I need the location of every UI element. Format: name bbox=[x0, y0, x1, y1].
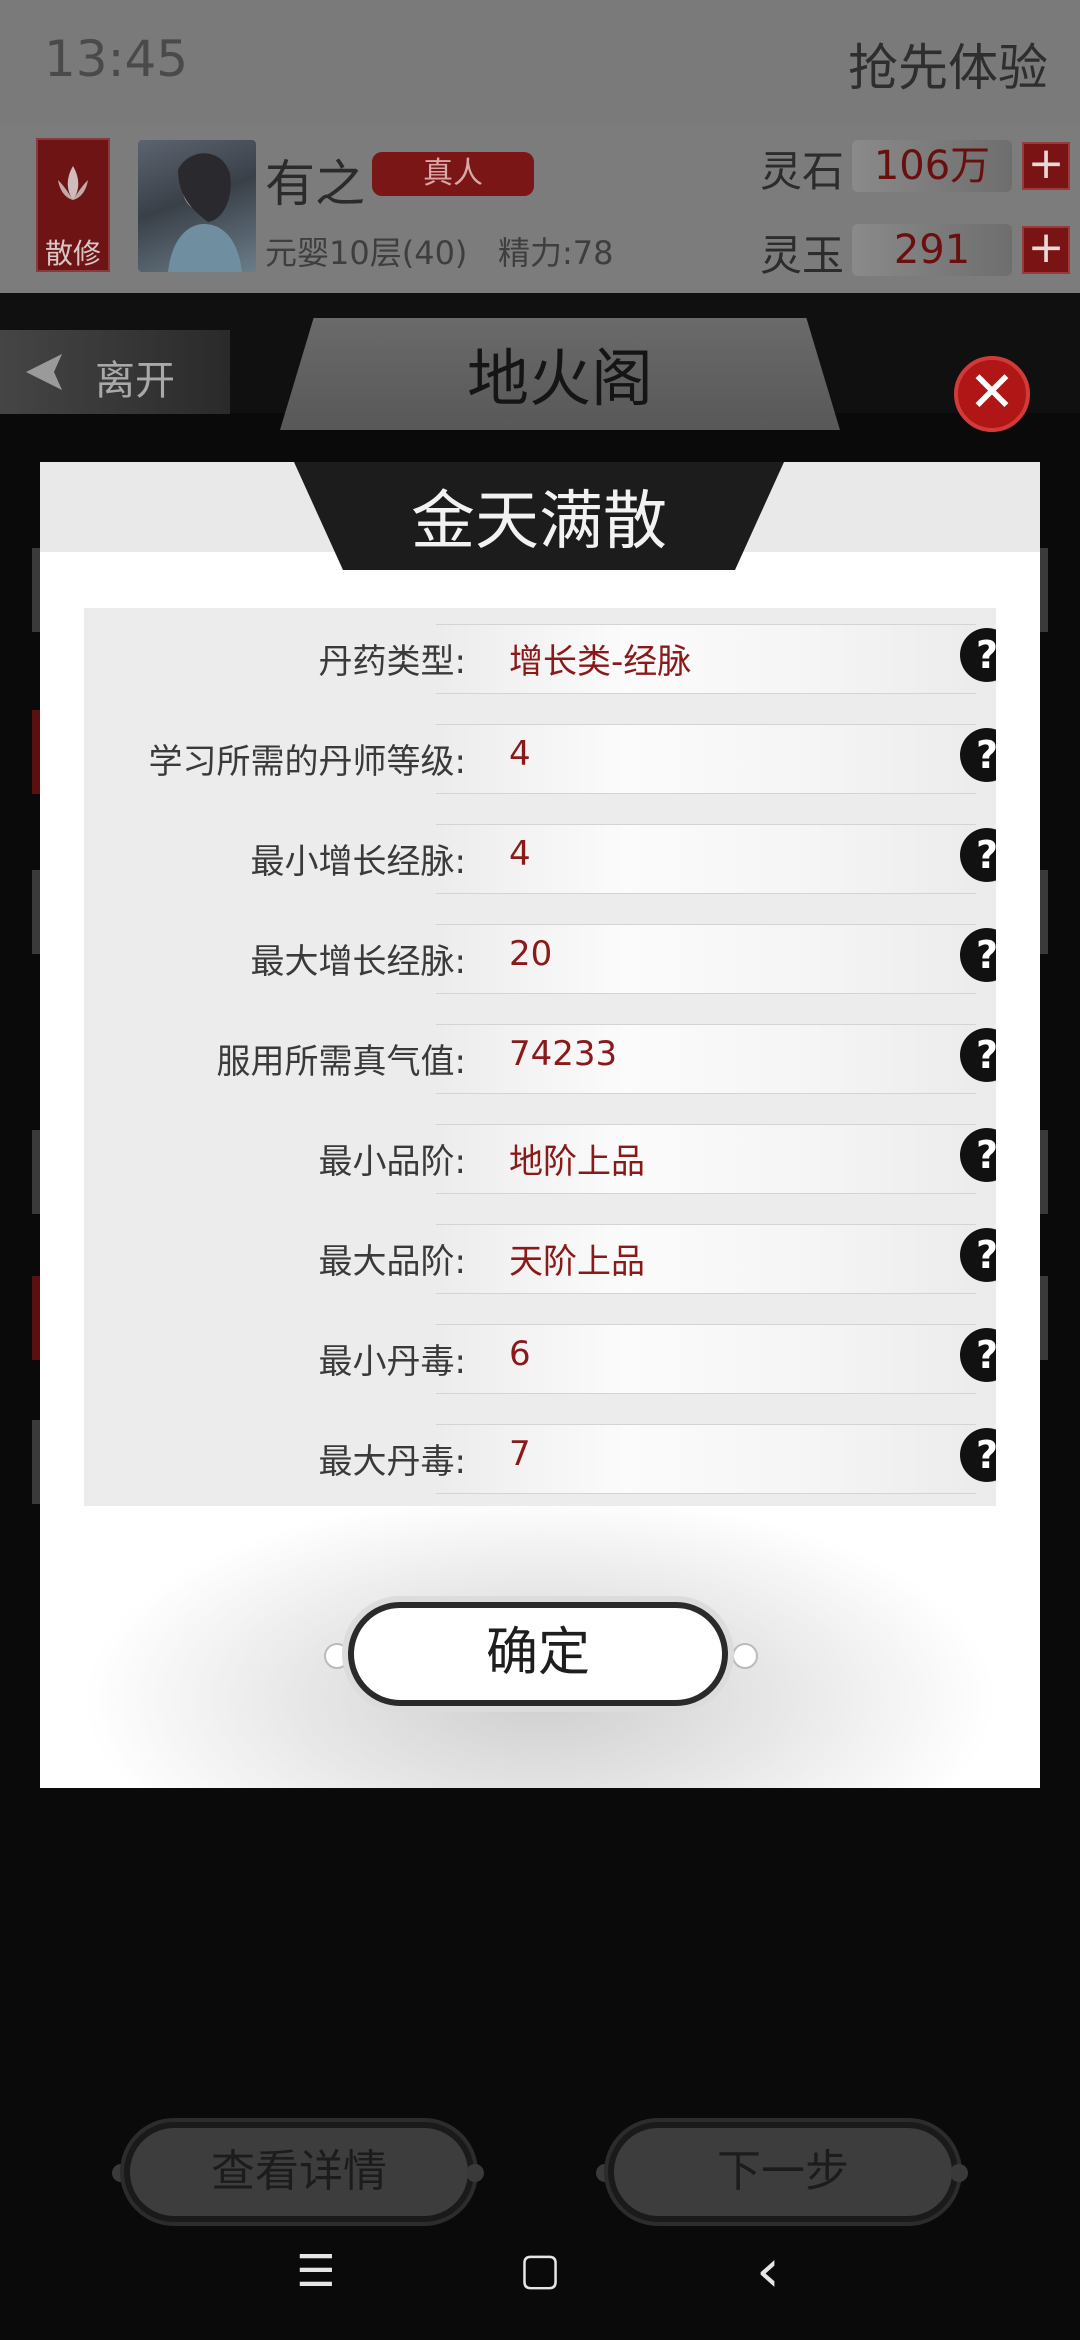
property-label: 丹药类型: bbox=[318, 642, 466, 682]
property-value: 6 bbox=[509, 1334, 531, 1374]
property-label: 最小增长经脉: bbox=[250, 842, 466, 882]
add-spirit-stone-button[interactable]: + bbox=[1022, 142, 1070, 190]
back-icon[interactable]: ‹ bbox=[728, 2236, 808, 2306]
property-value: 4 bbox=[509, 734, 531, 774]
property-label: 最大增长经脉: bbox=[250, 942, 466, 982]
property-value: 74233 bbox=[509, 1034, 618, 1074]
property-label: 最小品阶: bbox=[318, 1142, 466, 1182]
spirit-jade-value: 291 bbox=[852, 224, 1012, 276]
view-details-button[interactable]: 查看详情 bbox=[124, 2122, 474, 2222]
button-ornament bbox=[732, 1643, 758, 1669]
button-ornament bbox=[324, 1643, 350, 1669]
page-title: 地火阁 bbox=[466, 342, 653, 415]
rank-tag: 真人 bbox=[372, 152, 534, 196]
list-item: 服用所需真气值: 74233 ? bbox=[84, 1008, 996, 1108]
close-icon: ✕ bbox=[968, 360, 1016, 425]
sect-label: 散修 bbox=[44, 237, 101, 270]
menu-icon[interactable]: ☰ bbox=[276, 2246, 356, 2297]
character-portrait bbox=[168, 153, 242, 272]
dialog-title: 金天满散 bbox=[411, 485, 667, 559]
energy-value: 精力:78 bbox=[498, 234, 614, 272]
property-label: 最大丹毒: bbox=[318, 1442, 466, 1482]
list-item: 最大品阶: 天阶上品 ? bbox=[84, 1208, 996, 1308]
leave-label: 离开 bbox=[95, 358, 175, 404]
button-ornament bbox=[466, 2164, 484, 2182]
list-item: 最小增长经脉: 4 ? bbox=[84, 808, 996, 908]
property-label: 服用所需真气值: bbox=[216, 1042, 466, 1082]
close-button[interactable]: ✕ bbox=[954, 356, 1030, 432]
home-icon[interactable]: ▢ bbox=[500, 2244, 580, 2295]
spirit-stone-label: 灵石 bbox=[760, 147, 845, 196]
spirit-stone-value: 106万 bbox=[852, 140, 1012, 192]
pill-properties-list[interactable]: 丹药类型: 增长类-经脉 ? 学习所需的丹师等级: 4 ? 最小增长经脉: 4 … bbox=[84, 608, 996, 1506]
property-value: 7 bbox=[509, 1434, 531, 1474]
property-label: 最大品阶: bbox=[318, 1242, 466, 1282]
property-value: 20 bbox=[509, 934, 553, 974]
spirit-jade-label: 灵玉 bbox=[760, 231, 845, 280]
property-value: 4 bbox=[509, 834, 531, 874]
list-item: 最大增长经脉: 20 ? bbox=[84, 908, 996, 1008]
page-title-tab: 地火阁 bbox=[280, 318, 840, 430]
list-item: 学习所需的丹师等级: 4 ? bbox=[84, 708, 996, 808]
list-item: 最小品阶: 地阶上品 ? bbox=[84, 1108, 996, 1208]
player-name: 有之 bbox=[265, 155, 365, 213]
add-spirit-jade-button[interactable]: + bbox=[1022, 226, 1070, 274]
lotus-icon bbox=[58, 166, 88, 200]
sect-badge[interactable]: 散修 bbox=[36, 138, 110, 272]
cultivation-realm: 元婴10层(40) bbox=[265, 234, 468, 272]
property-label: 学习所需的丹师等级: bbox=[148, 742, 466, 782]
dialog-title-tab: 金天满散 bbox=[294, 462, 784, 570]
plus-icon: + bbox=[1027, 222, 1065, 273]
list-item: 最小丹毒: 6 ? bbox=[84, 1308, 996, 1408]
leave-button[interactable]: 离开 bbox=[0, 330, 230, 414]
early-access-button[interactable]: 抢先体验 bbox=[848, 28, 1048, 100]
next-step-button[interactable]: 下一步 bbox=[608, 2122, 958, 2222]
status-time: 13:45 bbox=[44, 30, 189, 88]
plus-icon: + bbox=[1027, 138, 1065, 189]
back-arrow-icon bbox=[26, 354, 62, 390]
property-value: 地阶上品 bbox=[509, 1142, 645, 1182]
confirm-button[interactable]: 确定 bbox=[348, 1602, 728, 1706]
avatar[interactable] bbox=[138, 140, 256, 272]
property-label: 最小丹毒: bbox=[318, 1342, 466, 1382]
list-item: 丹药类型: 增长类-经脉 ? bbox=[84, 608, 996, 708]
property-value: 增长类-经脉 bbox=[509, 642, 692, 682]
property-value: 天阶上品 bbox=[509, 1242, 645, 1282]
pill-detail-dialog: 金天满散 丹药类型: 增长类-经脉 ? 学习所需的丹师等级: 4 ? 最小增长经… bbox=[40, 462, 1040, 1788]
button-ornament bbox=[950, 2164, 968, 2182]
